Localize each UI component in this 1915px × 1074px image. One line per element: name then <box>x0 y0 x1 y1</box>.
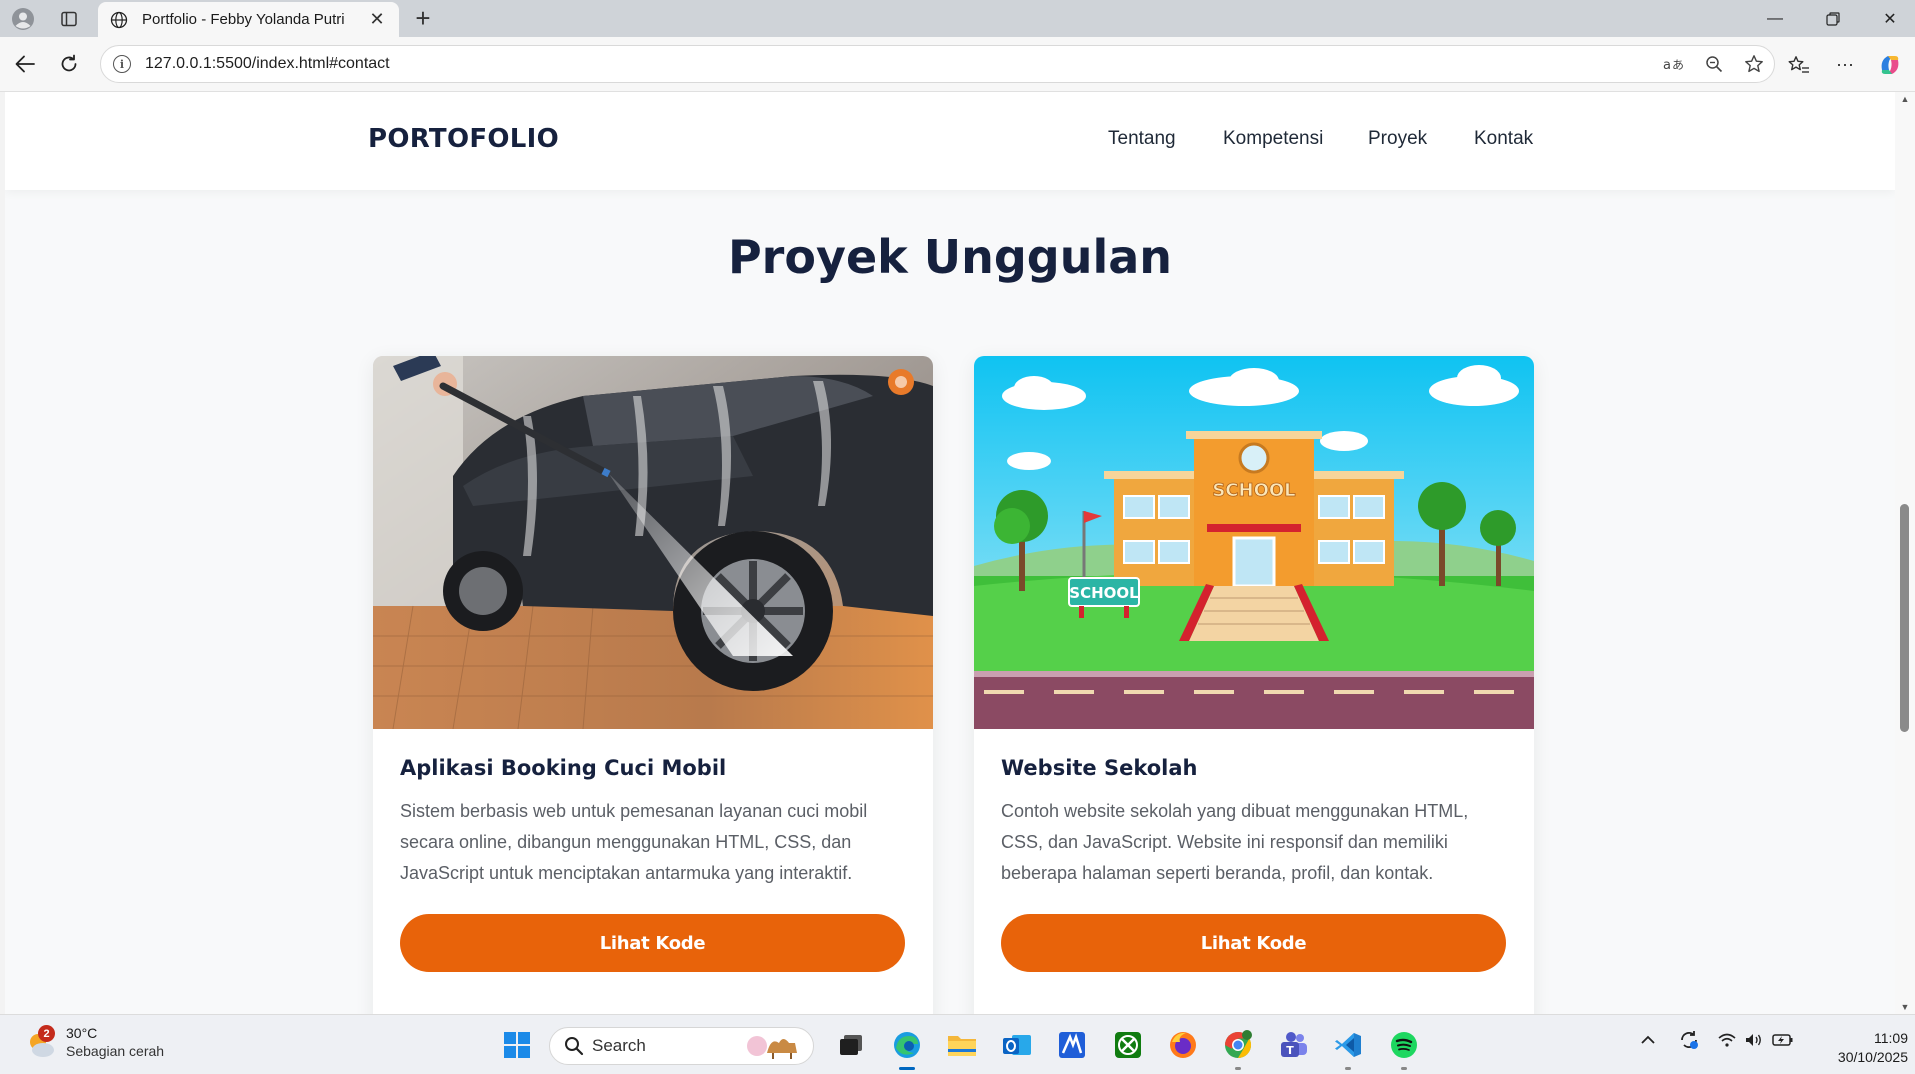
browser-toolbar: i 127.0.0.1:5500/index.html#contact aあ ⋯ <box>0 37 1915 92</box>
tab-actions-icon[interactable] <box>54 4 84 34</box>
file-explorer-icon[interactable] <box>944 1027 980 1063</box>
translate-icon[interactable]: aあ <box>1654 48 1694 80</box>
weather-widget[interactable]: 2 30°C Sebagian cerah <box>26 1025 164 1059</box>
svg-text:あ: あ <box>1672 58 1684 72</box>
page-viewport: PORTOFOLIO Tentang Kompetensi Proyek Kon… <box>5 92 1895 1014</box>
sync-icon[interactable] <box>1678 1029 1700 1055</box>
browser-tab-active[interactable]: Portfolio - Febby Yolanda Putri ✕ <box>98 2 399 37</box>
zoom-icon[interactable] <box>1694 48 1734 80</box>
project-title: Website Sekolah <box>1001 756 1198 780</box>
tab-title: Portfolio - Febby Yolanda Putri <box>142 11 345 28</box>
chrome-icon[interactable] <box>1220 1027 1256 1070</box>
windows-start-icon[interactable] <box>499 1027 535 1063</box>
scroll-down-icon[interactable]: ▼ <box>1899 1002 1911 1012</box>
back-icon[interactable] <box>8 47 42 81</box>
running-indicator <box>899 1067 915 1070</box>
project-card: SCHOOL SCHOOL Website Sekolah Contoh web… <box>974 356 1534 1014</box>
running-indicator <box>1235 1067 1241 1070</box>
running-indicator <box>1401 1067 1407 1070</box>
new-tab-button[interactable]: + <box>408 2 438 34</box>
svg-text:T: T <box>1286 1044 1294 1057</box>
page-scrollbar[interactable]: ▲ ▼ <box>1895 92 1915 1014</box>
site-header: PORTOFOLIO Tentang Kompetensi Proyek Kon… <box>5 92 1895 190</box>
profile-icon[interactable] <box>8 4 38 34</box>
section-title: Proyek Unggulan <box>727 230 1173 284</box>
url-text: 127.0.0.1:5500/index.html#contact <box>145 55 390 72</box>
school-yard-sign-text: SCHOOL <box>1069 584 1139 602</box>
windows-taskbar: 2 30°C Sebagian cerah Search T 11:09 30/… <box>0 1014 1915 1074</box>
site-info-icon[interactable]: i <box>113 55 131 73</box>
project-title: Aplikasi Booking Cuci Mobil <box>400 756 727 780</box>
nav-link-kompetensi[interactable]: Kompetensi <box>1223 128 1323 150</box>
spotify-icon[interactable] <box>1386 1027 1422 1070</box>
clock-time: 11:09 <box>1874 1030 1908 1046</box>
edge-browser-icon[interactable] <box>889 1027 925 1070</box>
clock-date: 30/10/2025 <box>1837 1049 1908 1065</box>
car-wash-image <box>373 356 933 729</box>
search-placeholder: Search <box>592 1036 646 1055</box>
taskbar-search-box[interactable]: Search <box>549 1027 814 1065</box>
weather-alert-badge: 2 <box>38 1025 55 1042</box>
globe-icon <box>110 11 128 28</box>
running-indicator <box>1345 1067 1351 1070</box>
browser-tab-bar: Portfolio - Febby Yolanda Putri ✕ + — ✕ <box>0 0 1915 37</box>
wifi-icon[interactable] <box>1718 1033 1736 1051</box>
system-clock[interactable]: 11:09 30/10/2025 <box>1808 1029 1908 1067</box>
scrollbar-thumb[interactable] <box>1900 504 1909 732</box>
reload-icon[interactable] <box>52 47 86 81</box>
nav-link-kontak[interactable]: Kontak <box>1474 128 1533 150</box>
close-tab-icon[interactable]: ✕ <box>365 9 389 30</box>
close-window-icon[interactable]: ✕ <box>1865 0 1915 37</box>
view-code-button[interactable]: Lihat Kode <box>1001 914 1506 972</box>
task-view-icon[interactable] <box>833 1027 869 1063</box>
volume-icon[interactable] <box>1745 1033 1763 1051</box>
nav-link-proyek[interactable]: Proyek <box>1368 128 1427 150</box>
teams-icon[interactable]: T <box>1275 1027 1311 1063</box>
school-building-sign-text: SCHOOL <box>1212 480 1295 501</box>
svg-text:a: a <box>1663 58 1671 73</box>
mathway-app-icon[interactable] <box>1054 1027 1090 1063</box>
view-code-button[interactable]: Lihat Kode <box>400 914 905 972</box>
school-illustration-image: SCHOOL SCHOOL <box>974 356 1534 729</box>
weather-temperature: 30°C <box>66 1025 98 1041</box>
xbox-icon[interactable] <box>1110 1027 1146 1063</box>
address-bar[interactable]: i 127.0.0.1:5500/index.html#contact aあ <box>100 45 1775 83</box>
vscode-icon[interactable] <box>1330 1027 1366 1070</box>
site-brand-logo[interactable]: PORTOFOLIO <box>368 124 559 154</box>
battery-charging-icon[interactable] <box>1772 1033 1794 1051</box>
copilot-icon[interactable] <box>1874 49 1906 81</box>
outlook-icon[interactable] <box>999 1027 1035 1063</box>
search-icon <box>565 1037 584 1056</box>
more-options-icon[interactable]: ⋯ <box>1829 49 1861 81</box>
project-description: Contoh website sekolah yang dibuat mengg… <box>1001 801 1469 883</box>
favorite-star-icon[interactable] <box>1734 48 1774 80</box>
project-card: Aplikasi Booking Cuci Mobil Sistem berba… <box>373 356 933 1014</box>
project-description: Sistem berbasis web untuk pemesanan laya… <box>400 801 868 883</box>
weather-partly-cloudy-icon: 2 <box>26 1025 56 1059</box>
weather-condition: Sebagian cerah <box>66 1043 165 1059</box>
restore-icon[interactable] <box>1808 0 1858 37</box>
search-highlight-camel-icon <box>747 1036 797 1059</box>
scroll-up-icon[interactable]: ▲ <box>1899 94 1911 104</box>
favorites-icon[interactable] <box>1783 49 1815 81</box>
firefox-icon[interactable] <box>1165 1027 1201 1063</box>
minimize-icon[interactable]: — <box>1750 0 1800 37</box>
show-hidden-icons-chevron-icon[interactable] <box>1640 1033 1656 1050</box>
nav-link-tentang[interactable]: Tentang <box>1108 128 1176 150</box>
